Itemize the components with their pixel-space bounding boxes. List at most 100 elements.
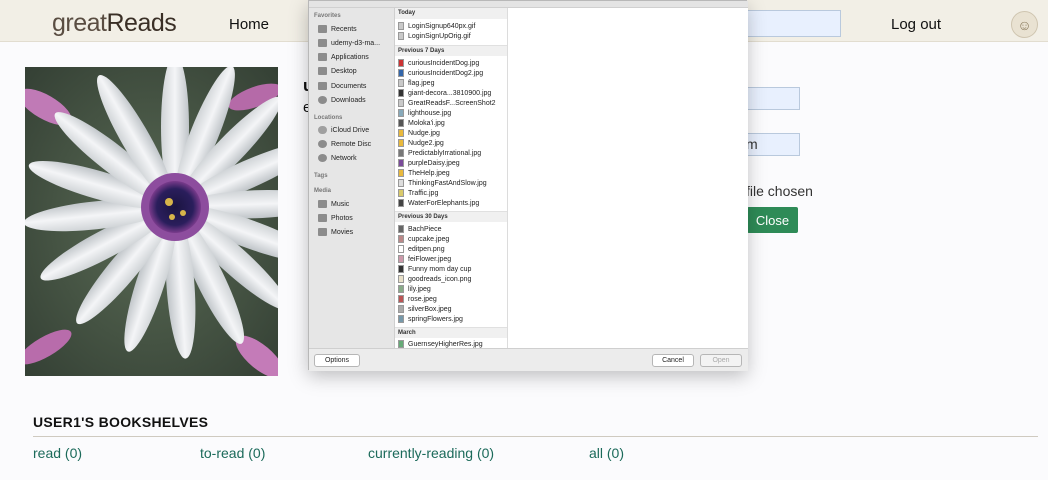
image-file-icon — [398, 119, 404, 127]
close-button[interactable]: Close — [747, 207, 798, 233]
applications-icon — [318, 53, 327, 61]
file-item[interactable]: Moloka'i.jpg — [398, 118, 445, 128]
file-item[interactable]: springFlowers.jpg — [398, 314, 463, 324]
shelf-link-read[interactable]: read (0) — [33, 445, 82, 461]
file-item[interactable]: Traffic.jpg — [398, 188, 438, 198]
file-name: Nudge.jpg — [408, 129, 440, 137]
sidebar-item-downloads[interactable]: Downloads — [318, 94, 366, 106]
logo-text-great: great — [52, 9, 107, 37]
file-name: purpleDaisy.jpeg — [408, 159, 460, 167]
site-logo[interactable]: greatReads — [52, 9, 177, 38]
open-button[interactable]: Open — [700, 354, 742, 367]
file-name: lighthouse.jpg — [408, 109, 452, 117]
file-item[interactable]: cupcake.jpeg — [398, 234, 449, 244]
sidebar-item-udemy[interactable]: udemy-d3-ma... — [318, 37, 380, 49]
sidebar-item-label: Desktop — [331, 67, 357, 75]
sidebar-item-remote-disc[interactable]: Remote Disc — [318, 138, 371, 150]
sidebar-heading-media: Media — [314, 188, 332, 194]
profile-photo — [25, 67, 278, 376]
search-input[interactable] — [745, 10, 841, 37]
nav-home-link[interactable]: Home — [229, 16, 269, 33]
file-item[interactable]: editpen.png — [398, 244, 445, 254]
shelf-link-to-read[interactable]: to-read (0) — [200, 445, 265, 461]
sidebar-item-label: Downloads — [331, 96, 366, 104]
file-icon — [398, 225, 404, 233]
shelf-link-currently-reading[interactable]: currently-reading (0) — [368, 445, 494, 461]
file-name: silverBox.jpeg — [408, 305, 452, 313]
file-name: Traffic.jpg — [408, 189, 439, 197]
file-item[interactable]: Nudge.jpg — [398, 128, 440, 138]
image-file-icon — [398, 235, 404, 243]
file-item[interactable]: BachPiece — [398, 224, 441, 234]
file-item[interactable]: Funny mom day cup — [398, 264, 471, 274]
dialog-footer: Options Cancel Open — [309, 348, 748, 371]
group-today: Today — [395, 8, 507, 19]
file-item[interactable]: flag.jpeg — [398, 78, 434, 88]
file-item[interactable]: WaterForElephants.jpg — [398, 198, 479, 208]
file-item[interactable]: lighthouse.jpg — [398, 108, 451, 118]
file-chosen-status: file chosen — [746, 183, 813, 199]
image-file-icon — [398, 189, 404, 197]
file-item[interactable]: Nudge2.jpg — [398, 138, 444, 148]
file-item[interactable]: GreatReadsF...ScreenShot2 — [398, 98, 496, 108]
file-item[interactable]: lily.jpeg — [398, 284, 431, 294]
sidebar-item-documents[interactable]: Documents — [318, 80, 366, 92]
file-list-column: Today LoginSignup640px.gif LoginSignUpOr… — [395, 8, 508, 348]
file-name: goodreads_icon.png — [408, 275, 472, 283]
sidebar-item-recents[interactable]: Recents — [318, 23, 357, 35]
image-file-icon — [398, 109, 404, 117]
file-name: BachPiece — [408, 225, 442, 233]
file-item[interactable]: LoginSignUpOrig.gif — [398, 31, 471, 41]
sidebar-item-label: Music — [331, 200, 350, 208]
file-item[interactable]: GuernseyHigherRes.jpg — [398, 339, 483, 348]
daisy-image — [25, 67, 278, 376]
file-name: TheHelp.jpeg — [408, 169, 450, 177]
file-item[interactable]: rose.jpeg — [398, 294, 437, 304]
file-name: rose.jpeg — [408, 295, 437, 303]
cancel-button[interactable]: Cancel — [652, 354, 694, 367]
options-button[interactable]: Options — [314, 354, 360, 367]
logout-link[interactable]: Log out — [891, 16, 941, 33]
profile-field-1[interactable] — [745, 87, 800, 110]
file-icon — [398, 22, 404, 30]
file-item[interactable]: silverBox.jpeg — [398, 304, 452, 314]
sidebar-heading-favorites: Favorites — [314, 13, 341, 19]
file-name: springFlowers.jpg — [408, 315, 463, 323]
user-avatar-icon[interactable]: ☺ — [1011, 11, 1038, 38]
sidebar-item-desktop[interactable]: Desktop — [318, 65, 357, 77]
sidebar-item-applications[interactable]: Applications — [318, 51, 369, 63]
sidebar-item-photos[interactable]: Photos — [318, 212, 353, 224]
sidebar-item-network[interactable]: Network — [318, 152, 357, 164]
documents-icon — [318, 82, 327, 90]
file-name: lily.jpeg — [408, 285, 431, 293]
file-item[interactable]: giant-decora...3810900.jpg — [398, 88, 491, 98]
file-item[interactable]: curiousIncidentDog.jpg — [398, 58, 479, 68]
file-name: cupcake.jpeg — [408, 235, 450, 243]
sidebar-item-movies[interactable]: Movies — [318, 226, 353, 238]
image-file-icon — [398, 139, 404, 147]
file-item[interactable]: feiFlower.jpeg — [398, 254, 451, 264]
file-item[interactable]: LoginSignup640px.gif — [398, 21, 475, 31]
sidebar-item-icloud[interactable]: iCloud Drive — [318, 124, 369, 136]
sidebar-item-label: iCloud Drive — [331, 126, 370, 134]
file-item[interactable]: goodreads_icon.png — [398, 274, 471, 284]
sidebar-item-label: Remote Disc — [331, 140, 372, 148]
image-file-icon — [398, 255, 404, 263]
file-item[interactable]: curiousIncidentDog2.jpg — [398, 68, 483, 78]
image-file-icon — [398, 265, 404, 273]
sidebar-item-music[interactable]: Music — [318, 198, 349, 210]
file-name: Nudge2.jpg — [408, 139, 444, 147]
downloads-icon — [318, 96, 327, 104]
file-item[interactable]: TheHelp.jpeg — [398, 168, 450, 178]
group-previous-7-days: Previous 7 Days — [395, 45, 507, 56]
profile-field-2[interactable]: m — [745, 133, 800, 156]
group-march: March — [395, 327, 507, 338]
file-name: editpen.png — [408, 245, 445, 253]
file-item[interactable]: PredictablyIrrational.jpg — [398, 148, 481, 158]
file-name: flag.jpeg — [408, 79, 435, 87]
file-item[interactable]: ThinkingFastAndSlow.jpg — [398, 178, 487, 188]
shelf-link-all[interactable]: all (0) — [589, 445, 624, 461]
file-name: curiousIncidentDog2.jpg — [408, 69, 484, 77]
sidebar-item-label: udemy-d3-ma... — [331, 39, 381, 47]
file-item[interactable]: purpleDaisy.jpeg — [398, 158, 460, 168]
